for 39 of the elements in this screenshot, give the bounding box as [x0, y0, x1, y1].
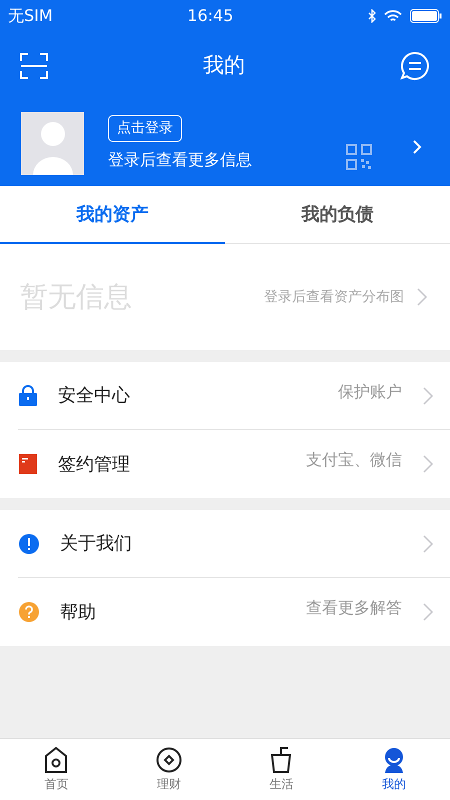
- scan-icon[interactable]: [20, 53, 48, 79]
- menu-label: 关于我们: [60, 532, 133, 556]
- menu-row[interactable]: 签约管理 支付宝、微信: [18, 430, 450, 498]
- wifi-icon: [384, 10, 402, 22]
- chevron-icon: [422, 386, 434, 406]
- avatar-icon: [21, 112, 84, 174]
- tab-bar-item[interactable]: 我的: [338, 739, 450, 800]
- chevron-icon: [422, 602, 434, 622]
- menu-row[interactable]: 关于我们: [18, 510, 450, 578]
- page-title: 我的: [203, 52, 245, 80]
- menu-detail: 保护账户: [338, 380, 402, 402]
- lock-icon: [18, 384, 38, 406]
- login-button[interactable]: 点击登录: [108, 114, 182, 142]
- menu-label: 安全中心: [58, 384, 131, 408]
- tab-bar-item[interactable]: 首页: [0, 739, 112, 800]
- chevron-icon: [416, 287, 428, 307]
- document-icon: [18, 453, 38, 475]
- carrier-text: 无SIM: [8, 5, 53, 27]
- menu-row[interactable]: 帮助 查看更多解答: [18, 578, 450, 646]
- chevron-icon[interactable]: [412, 139, 422, 155]
- battery-icon: [410, 9, 442, 23]
- menu-detail: 查看更多解答: [306, 597, 402, 619]
- login-hint: 登录后查看更多信息: [108, 148, 252, 170]
- chevron-icon: [422, 454, 434, 474]
- bluetooth-icon: [368, 9, 376, 23]
- menu-label: 签约管理: [58, 452, 131, 476]
- menu-detail: 支付宝、微信: [306, 449, 402, 471]
- tab-bar-item[interactable]: 理财: [112, 739, 225, 800]
- cup-icon: [270, 746, 292, 772]
- coin-icon: [156, 746, 182, 772]
- menu-label: 帮助: [60, 600, 97, 624]
- house-icon: [44, 746, 68, 772]
- menu-row[interactable]: 安全中心 保护账户: [18, 362, 450, 430]
- chevron-icon: [422, 534, 434, 554]
- clock-text: 16:45: [187, 5, 234, 27]
- tab-bar-item[interactable]: 生活: [225, 739, 338, 800]
- message-icon[interactable]: [400, 51, 430, 81]
- info-icon: [18, 532, 40, 554]
- help-icon: [18, 601, 40, 623]
